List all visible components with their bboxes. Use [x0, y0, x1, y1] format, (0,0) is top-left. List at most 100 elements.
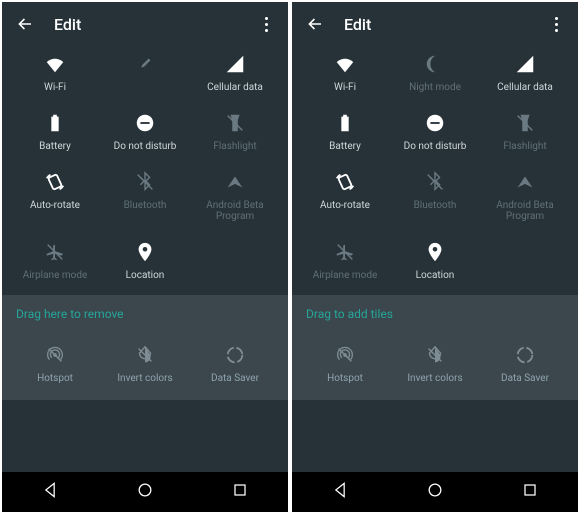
invert-icon [423, 343, 447, 367]
hotspot-icon [43, 343, 67, 367]
overflow-menu-icon[interactable] [548, 17, 564, 32]
phone-right: Edit Wi-Fi Night mode Cellular data Batt… [292, 2, 578, 512]
battery-icon [43, 111, 67, 135]
location-icon [423, 240, 447, 264]
tile-eyedropper[interactable] [100, 52, 190, 93]
tile-label: Auto-rotate [320, 200, 370, 211]
nav-back-icon[interactable] [330, 480, 350, 504]
cellular-icon [223, 52, 247, 76]
tile-beta[interactable]: Android Beta Program [190, 170, 280, 222]
nav-home-icon[interactable] [135, 480, 155, 504]
tile-autorotate[interactable]: Auto-rotate [10, 170, 100, 222]
wifi-icon [333, 52, 357, 76]
datasaver-icon [513, 343, 537, 367]
page-title: Edit [54, 15, 258, 34]
tile-wifi[interactable]: Wi-Fi [300, 52, 390, 93]
tile-wifi[interactable]: Wi-Fi [10, 52, 100, 93]
drag-hint: Drag here to remove [2, 295, 288, 333]
dnd-icon [423, 111, 447, 135]
nav-bar [292, 472, 578, 512]
tile-bluetooth[interactable]: Bluetooth [390, 170, 480, 222]
tile-dnd[interactable]: Do not disturb [100, 111, 190, 152]
tile-cellular[interactable]: Cellular data [190, 52, 280, 93]
cellular-icon [513, 52, 537, 76]
nav-back-icon[interactable] [40, 480, 60, 504]
invert-icon [133, 343, 157, 367]
tile-dnd[interactable]: Do not disturb [390, 111, 480, 152]
tile-flashlight[interactable]: Flashlight [190, 111, 280, 152]
back-icon[interactable] [16, 15, 34, 33]
battery-icon [333, 111, 357, 135]
tile-label: Wi-Fi [334, 82, 356, 93]
eyedropper-icon [133, 52, 157, 76]
hotspot-icon [333, 343, 357, 367]
tile-label: Auto-rotate [30, 200, 80, 211]
flashlight-icon [223, 111, 247, 135]
nav-home-icon[interactable] [425, 480, 445, 504]
extra-tile-invert[interactable]: Invert colors [390, 343, 480, 384]
drag-hint: Drag to add tiles [292, 295, 578, 333]
tile-label: Cellular data [207, 82, 263, 93]
extra-tile-datasaver[interactable]: Data Saver [480, 343, 570, 384]
tile-label: Android Beta Program [480, 200, 570, 222]
tile-label: Bluetooth [124, 200, 167, 211]
beta-icon [223, 170, 247, 194]
extra-tile-datasaver[interactable]: Data Saver [190, 343, 280, 384]
extra-tile-row: Hotspot Invert colors Data Saver [292, 333, 578, 400]
tile-label: Data Saver [211, 373, 259, 384]
tile-label: Cellular data [497, 82, 553, 93]
tile-label: Airplane mode [23, 270, 88, 281]
tile-label: Hotspot [327, 373, 363, 384]
extra-tile-hotspot[interactable]: Hotspot [300, 343, 390, 384]
datasaver-icon [223, 343, 247, 367]
header: Edit [2, 2, 288, 46]
tile-label: Location [416, 270, 455, 281]
phone-left: Edit Wi-Fi Cellular data Battery Do not … [2, 2, 288, 512]
tile-flashlight[interactable]: Flashlight [480, 111, 570, 152]
tile-label: Flashlight [503, 141, 546, 152]
tile-label: Battery [39, 141, 71, 152]
tile-airplane[interactable]: Airplane mode [300, 240, 390, 281]
tile-label: Flashlight [213, 141, 256, 152]
page-title: Edit [344, 15, 548, 34]
tile-location[interactable]: Location [100, 240, 190, 281]
nav-bar [2, 472, 288, 512]
bluetooth-icon [423, 170, 447, 194]
flashlight-icon [513, 111, 537, 135]
bluetooth-icon [133, 170, 157, 194]
tile-battery[interactable]: Battery [10, 111, 100, 152]
tile-beta[interactable]: Android Beta Program [480, 170, 570, 222]
tile-label: Hotspot [37, 373, 73, 384]
tile-battery[interactable]: Battery [300, 111, 390, 152]
tile-label: Night mode [409, 82, 461, 93]
tile-bluetooth[interactable]: Bluetooth [100, 170, 190, 222]
extra-tile-hotspot[interactable]: Hotspot [10, 343, 100, 384]
tile-label: Location [126, 270, 165, 281]
tile-label: Do not disturb [404, 141, 467, 152]
tile-label: Android Beta Program [190, 200, 280, 222]
nav-recent-icon[interactable] [520, 480, 540, 504]
tile-autorotate[interactable]: Auto-rotate [300, 170, 390, 222]
tile-cellular[interactable]: Cellular data [480, 52, 570, 93]
tile-nightmode[interactable]: Night mode [390, 52, 480, 93]
extra-tile-row: Hotspot Invert colors Data Saver [2, 333, 288, 400]
header: Edit [292, 2, 578, 46]
dnd-icon [133, 111, 157, 135]
tile-label: Wi-Fi [44, 82, 66, 93]
tile-label: Battery [329, 141, 361, 152]
autorotate-icon [333, 170, 357, 194]
tile-label: Data Saver [501, 373, 549, 384]
overflow-menu-icon[interactable] [258, 17, 274, 32]
tile-location[interactable]: Location [390, 240, 480, 281]
back-icon[interactable] [306, 15, 324, 33]
tile-airplane[interactable]: Airplane mode [10, 240, 100, 281]
tile-label: Bluetooth [414, 200, 457, 211]
tile-label: Invert colors [117, 373, 172, 384]
tile-label: Airplane mode [313, 270, 378, 281]
wifi-icon [43, 52, 67, 76]
nav-recent-icon[interactable] [230, 480, 250, 504]
location-icon [133, 240, 157, 264]
airplane-icon [43, 240, 67, 264]
tile-label: Invert colors [407, 373, 462, 384]
extra-tile-invert[interactable]: Invert colors [100, 343, 190, 384]
